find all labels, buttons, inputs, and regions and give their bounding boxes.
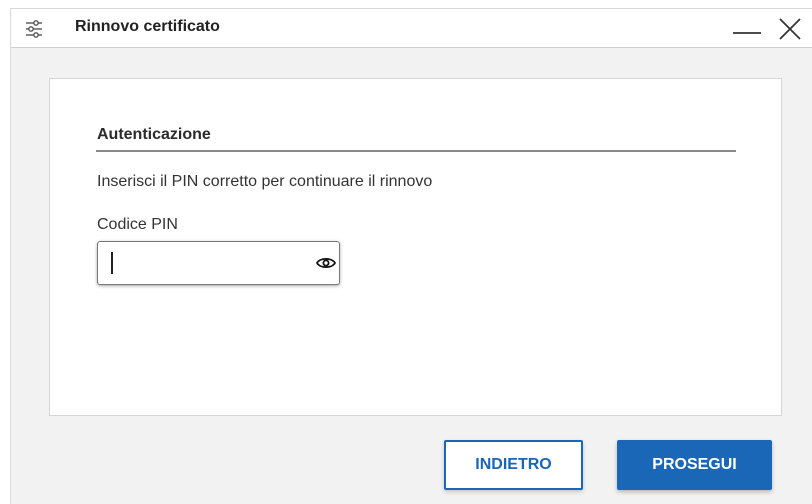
dialog-window: Rinnovo certificato Autenticazione Inser… (10, 8, 812, 504)
next-button[interactable]: PROSEGUI (617, 440, 772, 490)
sliders-icon[interactable] (24, 19, 44, 39)
instruction-text: Inserisci il PIN corretto per continuare… (97, 173, 433, 190)
minimize-icon[interactable] (730, 16, 764, 42)
window-title: Rinnovo certificato (75, 18, 220, 35)
back-button[interactable]: INDIETRO (444, 440, 583, 490)
close-icon[interactable] (775, 15, 805, 43)
title-bar: Rinnovo certificato (11, 9, 812, 48)
pin-field[interactable] (97, 241, 340, 285)
pin-input[interactable] (106, 248, 306, 278)
pin-label: Codice PIN (97, 216, 178, 233)
authentication-card: Autenticazione Inserisci il PIN corretto… (49, 78, 782, 416)
text-caret (111, 252, 113, 274)
section-divider (96, 150, 736, 152)
section-title: Autenticazione (97, 126, 211, 143)
eye-icon[interactable] (315, 254, 337, 272)
